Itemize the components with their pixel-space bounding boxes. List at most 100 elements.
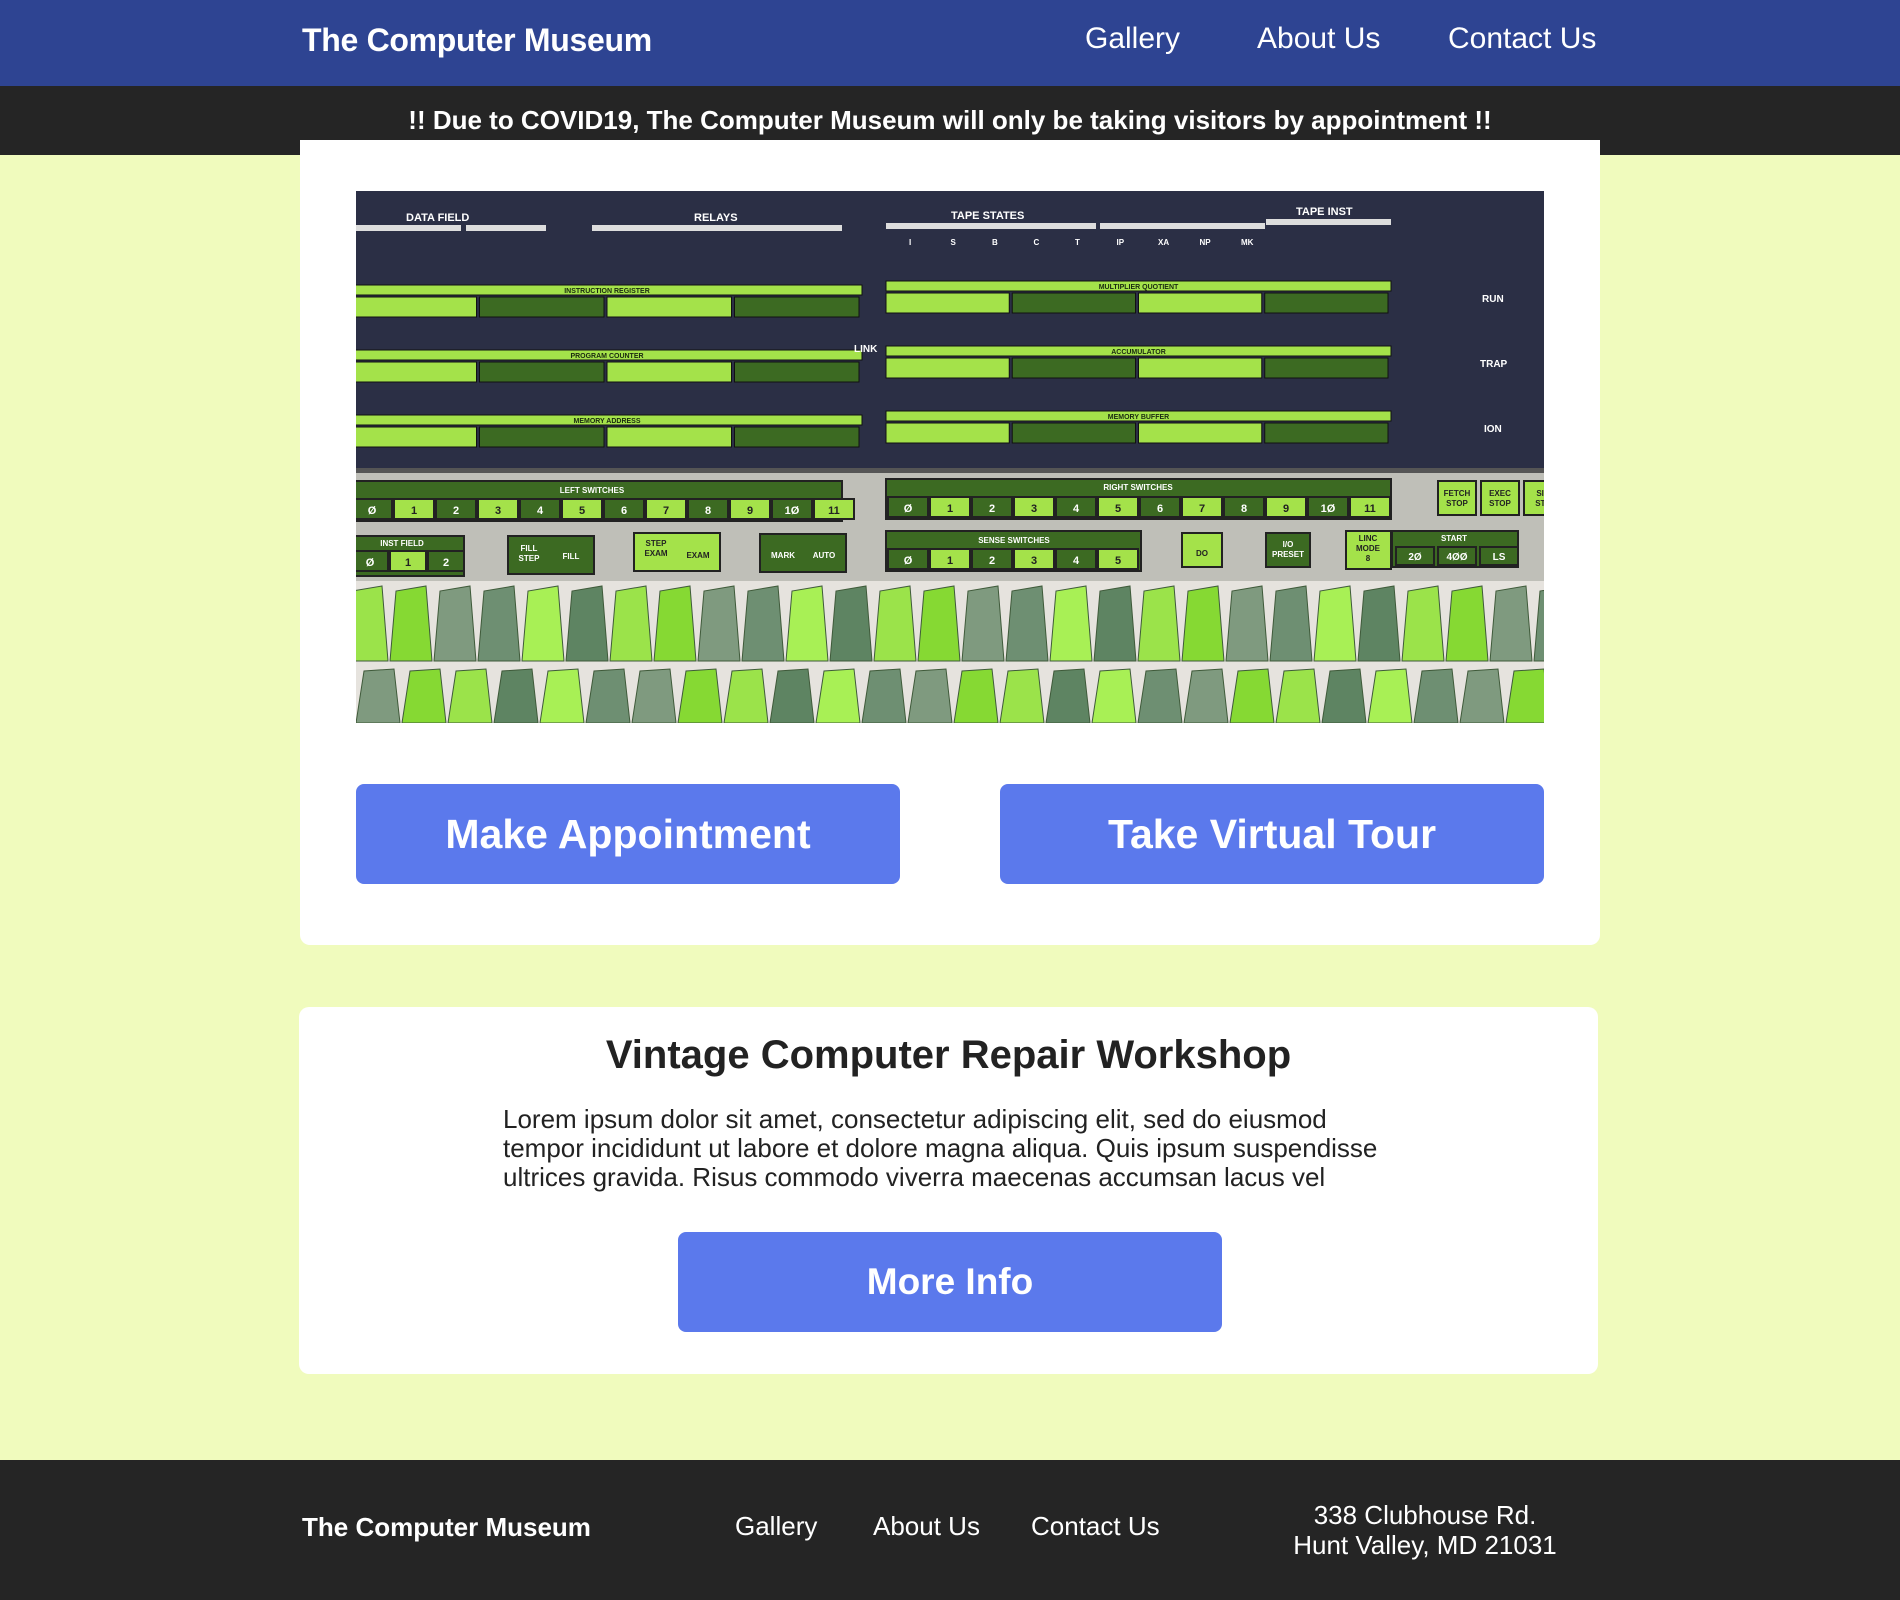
panel-switch-label: 3	[495, 505, 501, 517]
switch-paddle	[953, 668, 999, 723]
panel-switch-label: STOP	[1446, 499, 1468, 508]
panel-switch-label: 1Ø	[785, 505, 800, 517]
panel-switch-label: Ø	[904, 555, 913, 567]
make-appointment-button[interactable]: Make Appointment	[356, 784, 900, 884]
panel-switch-label: Ø	[368, 505, 377, 517]
site-brand[interactable]: The Computer Museum	[302, 22, 652, 59]
panel-switch-label: FILL	[521, 544, 538, 553]
switch-paddle	[477, 585, 521, 662]
switch-paddle	[356, 668, 401, 723]
panel-label-trap: TRAP	[1480, 359, 1508, 370]
panel-switch-label: SENSE SWITCHES	[978, 536, 1050, 545]
switch-paddle	[653, 585, 697, 662]
panel-label-tape-states: TAPE STATES	[951, 210, 1024, 222]
switch-paddle	[1181, 585, 1225, 662]
panel-switch-label: DO	[1196, 549, 1208, 558]
virtual-tour-button[interactable]: Take Virtual Tour	[1000, 784, 1544, 884]
panel-register-label: MEMORY ADDRESS	[573, 418, 640, 425]
switch-paddle	[521, 585, 565, 662]
switch-paddle	[769, 668, 815, 723]
panel-switch-label: 1Ø	[1321, 503, 1336, 515]
switch-paddle	[1367, 668, 1413, 723]
switch-paddle	[815, 668, 861, 723]
switch-paddle	[389, 585, 433, 662]
nav-gallery[interactable]: Gallery	[1085, 22, 1180, 56]
footer-brand[interactable]: The Computer Museum	[302, 1512, 591, 1543]
panel-switch-label: 5	[579, 505, 585, 517]
panel-tape-letter: NP	[1200, 238, 1212, 247]
switch-paddle	[609, 585, 653, 662]
switch-paddle	[433, 585, 477, 662]
switch-paddle	[917, 585, 961, 662]
panel-switch-label: 1	[405, 557, 411, 569]
site-footer: The Computer Museum Gallery About Us Con…	[0, 1460, 1900, 1600]
panel-tape-letter: C	[1034, 238, 1040, 247]
panel-switch-label: 11	[1364, 503, 1376, 515]
panel-switch-label: FETCH	[1444, 489, 1471, 498]
panel-switch-label: 1	[411, 505, 417, 517]
panel-switch-label: LINC	[1359, 534, 1378, 543]
panel-switches-photo: DATA FIELD RELAYS TAPE STATES TAPE INST …	[356, 191, 1544, 723]
panel-register-label: PROGRAM COUNTER	[570, 353, 643, 360]
panel-tape-letter: I	[909, 238, 911, 247]
panel-switch-label: STE	[1535, 499, 1544, 508]
panel-switch-label: AUTO	[813, 551, 836, 560]
footer-nav-gallery[interactable]: Gallery	[735, 1511, 817, 1542]
panel-label-link: LINK	[854, 344, 878, 355]
nav-contact-us[interactable]: Contact Us	[1448, 22, 1596, 56]
workshop-card: Vintage Computer Repair Workshop Lorem i…	[299, 1007, 1598, 1374]
switch-paddle	[741, 585, 785, 662]
footer-nav-contact-us[interactable]: Contact Us	[1031, 1511, 1160, 1542]
panel-switch-label: 1	[947, 555, 953, 567]
panel-switch-label: STEP	[646, 539, 668, 548]
panel-tape-letter: B	[992, 238, 998, 247]
panel-switch-label: 5	[1115, 555, 1121, 567]
panel-switch-label: 9	[747, 505, 753, 517]
panel-switch-label: 4	[1073, 503, 1080, 515]
switch-paddle	[723, 668, 769, 723]
panel-label-tape-inst: TAPE INST	[1296, 206, 1353, 218]
switch-paddle	[1489, 585, 1533, 662]
switch-paddle	[1091, 668, 1137, 723]
panel-switch-label: STEP	[519, 554, 541, 563]
panel-tape-letter: T	[1075, 238, 1080, 247]
switch-paddle	[565, 585, 609, 662]
switch-paddle	[1137, 668, 1183, 723]
footer-nav-about-us[interactable]: About Us	[873, 1511, 980, 1542]
panel-switch-label: 4	[537, 505, 544, 517]
panel-switch-label: FILL	[563, 552, 580, 561]
switch-paddle	[1229, 668, 1275, 723]
panel-switch-label: 8	[1366, 554, 1371, 563]
panel-switch-label: MODE	[1356, 544, 1381, 553]
panel-tape-letter: MK	[1241, 238, 1254, 247]
switch-paddle	[907, 668, 953, 723]
switch-paddle	[1459, 668, 1505, 723]
panel-switch-label: 8	[1241, 503, 1247, 515]
switch-paddle	[356, 585, 389, 662]
panel-switch-label: 5	[1115, 503, 1121, 515]
panel-switch-label: 3	[1031, 555, 1037, 567]
more-info-button[interactable]: More Info	[678, 1232, 1222, 1332]
panel-register-label: MULTIPLIER QUOTIENT	[1099, 284, 1179, 291]
workshop-title: Vintage Computer Repair Workshop	[605, 1033, 1292, 1077]
panel-tape-letter: S	[951, 238, 957, 247]
panel-switch-label: 6	[1157, 503, 1163, 515]
nav-about-us[interactable]: About Us	[1257, 22, 1380, 56]
panel-switch-label: START	[1441, 534, 1467, 543]
workshop-description: Lorem ipsum dolor sit amet, consectetur …	[503, 1105, 1423, 1192]
panel-switch-label: LS	[1493, 552, 1506, 563]
panel-switch-label: 7	[663, 505, 669, 517]
panel-label-ion: ION	[1484, 424, 1502, 435]
switch-paddle	[401, 668, 447, 723]
panel-register-label: INSTRUCTION REGISTER	[564, 288, 650, 295]
workshop-text-line: tempor incididunt ut labore et dolore ma…	[503, 1133, 1378, 1163]
address-line: 338 Clubhouse Rd.	[1313, 1500, 1537, 1530]
switch-paddle	[785, 585, 829, 662]
switch-paddle	[1269, 585, 1313, 662]
switch-paddle	[1313, 585, 1357, 662]
switch-paddle	[493, 668, 539, 723]
switch-paddle	[999, 668, 1045, 723]
panel-switch-label: PRESET	[1272, 550, 1304, 559]
panel-label-run: RUN	[1482, 294, 1504, 305]
panel-switch-label: 4ØØ	[1446, 552, 1467, 563]
